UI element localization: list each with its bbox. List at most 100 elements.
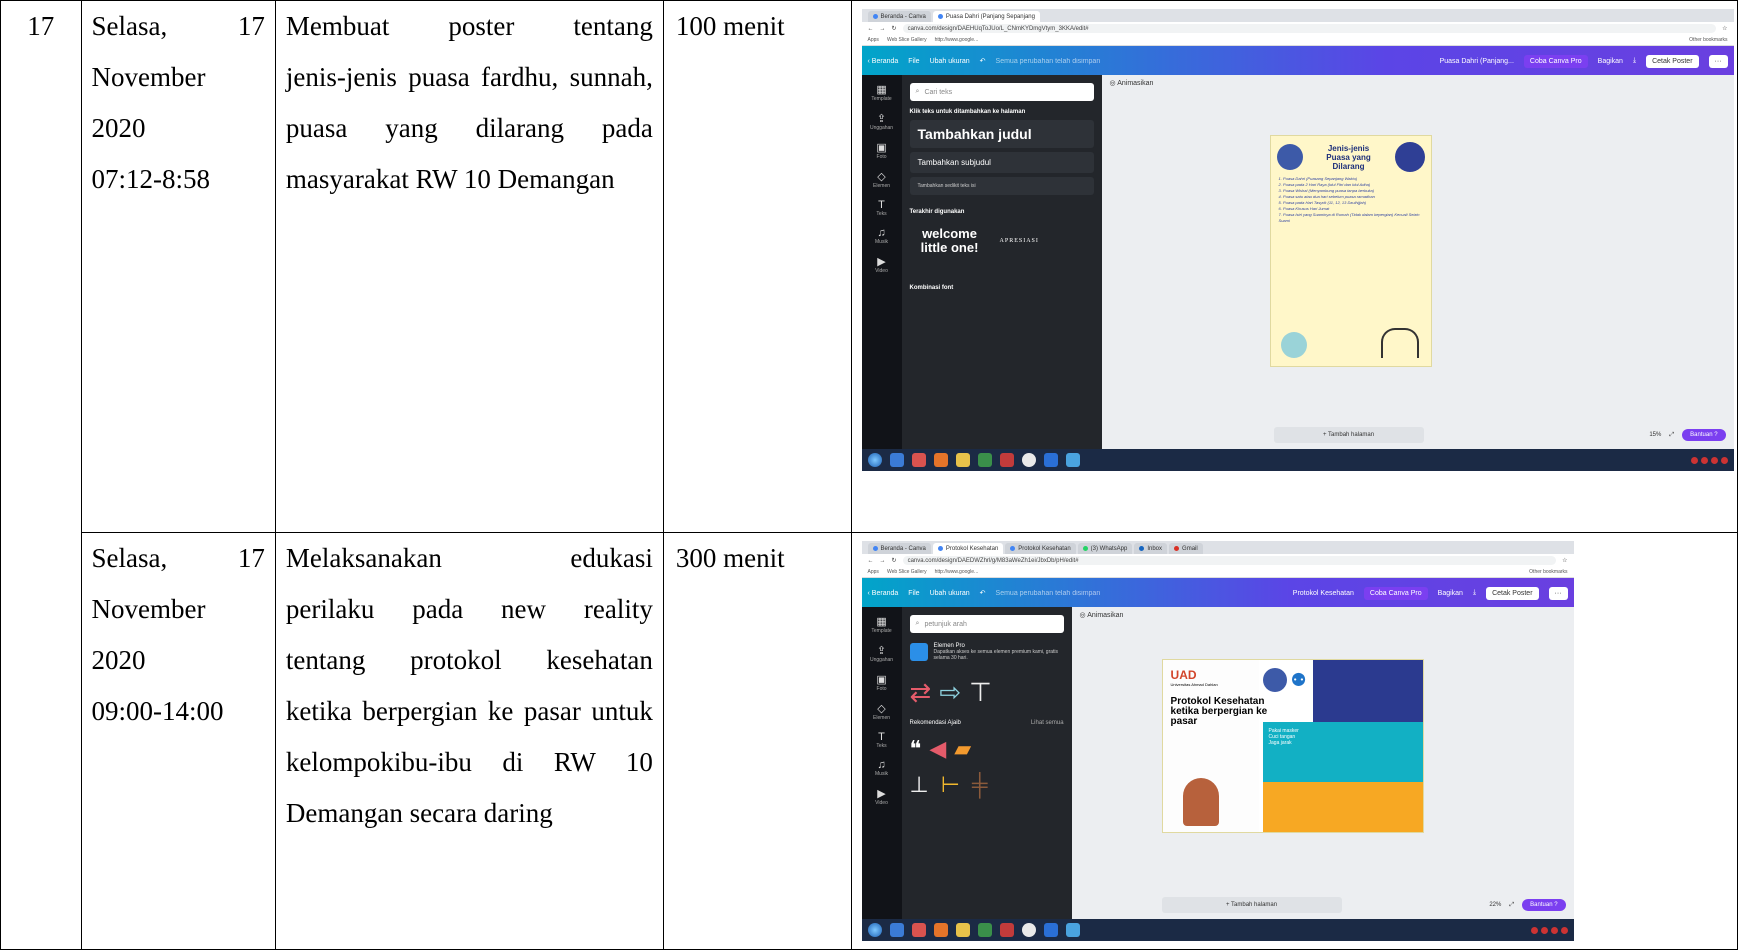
direction-sign-icon[interactable]: ⊢ [941,772,960,798]
forward-icon[interactable]: → [880,26,886,32]
tray-icon[interactable] [1720,456,1728,464]
rail-template[interactable]: ▦ Template [871,83,891,102]
bookmark[interactable]: http://www.google... [935,37,979,43]
browser-tab[interactable]: Beranda - Canva [867,543,931,554]
rail-elements[interactable]: ◇ Elemen [873,170,890,189]
welcome-font-combo[interactable]: welcome little one! [910,227,990,255]
media-icon[interactable] [911,923,926,937]
reload-icon[interactable]: ↻ [892,25,897,32]
animate-button[interactable]: ◎ Animasikan [1080,611,1124,619]
arrow-right-icon[interactable]: ⇨ [939,677,961,708]
signpost-icon[interactable]: ⊤ [969,677,992,708]
reload-icon[interactable]: ↻ [892,557,897,564]
rail-uploads[interactable]: ⇪ Unggahan [870,644,893,663]
speech-bubble-icon[interactable]: ❝ [910,736,922,762]
add-subheading-button[interactable]: Tambahkan subjudul [909,152,1094,173]
home-button[interactable]: ‹ Beranda [868,58,899,65]
tray-icon[interactable] [1550,926,1558,934]
animate-button[interactable]: ◎ Animasikan [1110,79,1154,87]
zoom-app-icon[interactable] [1043,923,1058,937]
star-icon[interactable]: ☆ [1722,25,1727,32]
add-heading-button[interactable]: Tambahkan judul [909,120,1094,148]
chrome-icon[interactable] [1021,453,1036,467]
powerpoint-icon[interactable] [999,453,1014,467]
firefox-icon[interactable] [933,923,948,937]
bookmark[interactable]: Apps [868,37,879,43]
more-icon[interactable]: ··· [1708,54,1728,68]
browser-tab[interactable]: (3) WhatsApp [1077,543,1133,554]
arrows-icon[interactable]: ⇄ [910,677,932,708]
more-icon[interactable]: ··· [1548,586,1568,600]
folder-icon[interactable] [955,453,970,467]
tray-icon[interactable] [1710,456,1718,464]
folder-icon[interactable] [955,923,970,937]
design-name[interactable]: Puasa Dahri (Panjang... [1440,58,1514,65]
try-pro-button[interactable]: Coba Canva Pro [1363,586,1428,600]
resize-button[interactable]: Ubah ukuran [930,590,970,597]
url-field[interactable]: canva.com/design/DAEDWZhrl/g/M83aWeZh1ei… [902,556,1557,565]
undo-icon[interactable]: ↶ [980,57,986,65]
excel-icon[interactable] [977,923,992,937]
rail-music[interactable]: ♫ Musik [875,227,888,245]
tray-icon[interactable] [1700,456,1708,464]
tray-icon[interactable] [1560,926,1568,934]
add-page-button[interactable]: + Tambah halaman [1161,897,1342,913]
browser-tab[interactable]: Protokol Kesehatan [932,543,1004,554]
start-icon[interactable] [867,453,882,467]
rail-video[interactable]: ▶ Video [875,255,888,274]
download-icon[interactable]: ⤓ [1633,57,1636,65]
firefox-icon[interactable] [933,453,948,467]
resize-button[interactable]: Ubah ukuran [930,58,970,65]
bookmark[interactable]: Web Slice Gallery [887,569,927,575]
megaphone-icon[interactable]: ◀ [929,736,946,762]
telegram-icon[interactable] [1065,453,1080,467]
url-field[interactable]: canva.com/design/DAEHUqToJUo/L_CNmKYDmgV… [902,24,1717,33]
undo-icon[interactable]: ↶ [980,589,986,597]
design-name[interactable]: Protokol Kesehatan [1293,590,1354,597]
bookmark[interactable]: Web Slice Gallery [887,37,927,43]
back-icon[interactable]: ← [868,26,874,32]
download-icon[interactable]: ⤓ [1473,589,1476,597]
ie-icon[interactable] [889,923,904,937]
chat-icon[interactable]: ▰ [954,736,971,762]
bookmark[interactable]: Apps [868,569,879,575]
chrome-icon[interactable] [1021,923,1036,937]
browser-tab[interactable]: Protokol Kesehatan [1005,543,1076,554]
rail-photos[interactable]: ▣ Foto [876,141,886,160]
media-icon[interactable] [911,453,926,467]
other-bookmarks[interactable]: Other bookmarks [1529,569,1567,575]
other-bookmarks[interactable]: Other bookmarks [1689,37,1727,43]
design-canvas[interactable]: ◎ Animasikan Jenis-jenis Puasa yang Dila… [1101,75,1734,449]
browser-tab[interactable]: Gmail [1169,543,1203,554]
poster-page[interactable]: Jenis-jenis Puasa yang Dilarang 1. Puasa… [1269,135,1432,367]
rail-template[interactable]: ▦ Template [871,615,891,634]
pro-promo[interactable]: Elemen Pro Dapatkan akses ke semua eleme… [909,643,1064,661]
excel-icon[interactable] [977,453,992,467]
text-search-input[interactable]: ⌕ Cari teks [909,83,1094,101]
print-poster-button[interactable]: Cetak Poster [1646,54,1699,68]
apresiasi-font-combo[interactable]: APRESIASI [1000,238,1039,244]
wood-sign-icon[interactable]: ╪ [972,772,988,798]
rail-uploads[interactable]: ⇪ Unggahan [870,112,893,131]
print-poster-button[interactable]: Cetak Poster [1486,586,1539,600]
browser-tab[interactable]: Beranda - Canva [867,11,931,22]
zoom-level[interactable]: 22% [1489,902,1501,908]
telegram-icon[interactable] [1065,923,1080,937]
add-page-button[interactable]: + Tambah halaman [1273,427,1424,443]
help-button[interactable]: Bantuan ? [1522,899,1566,911]
rail-text[interactable]: T Teks [876,731,886,749]
start-icon[interactable] [867,923,882,937]
elements-search-input[interactable]: ⌕ petunjuk arah [909,615,1064,633]
rail-music[interactable]: ♫ Musik [875,759,888,777]
browser-tab[interactable]: Inbox [1134,543,1168,554]
star-icon[interactable]: ☆ [1562,557,1567,564]
back-icon[interactable]: ← [868,558,874,564]
add-body-button[interactable]: Tambahkan sedikit teks isi [909,177,1094,195]
help-button[interactable]: Bantuan ? [1682,429,1726,441]
browser-tab[interactable]: Puasa Dahri (Panjang Sepanjang [932,11,1040,22]
fullscreen-icon[interactable]: ⤢ [1669,432,1674,439]
file-menu[interactable]: File [908,58,919,65]
bookmark[interactable]: http://www.google... [935,569,979,575]
zoom-app-icon[interactable] [1043,453,1058,467]
powerpoint-icon[interactable] [999,923,1014,937]
